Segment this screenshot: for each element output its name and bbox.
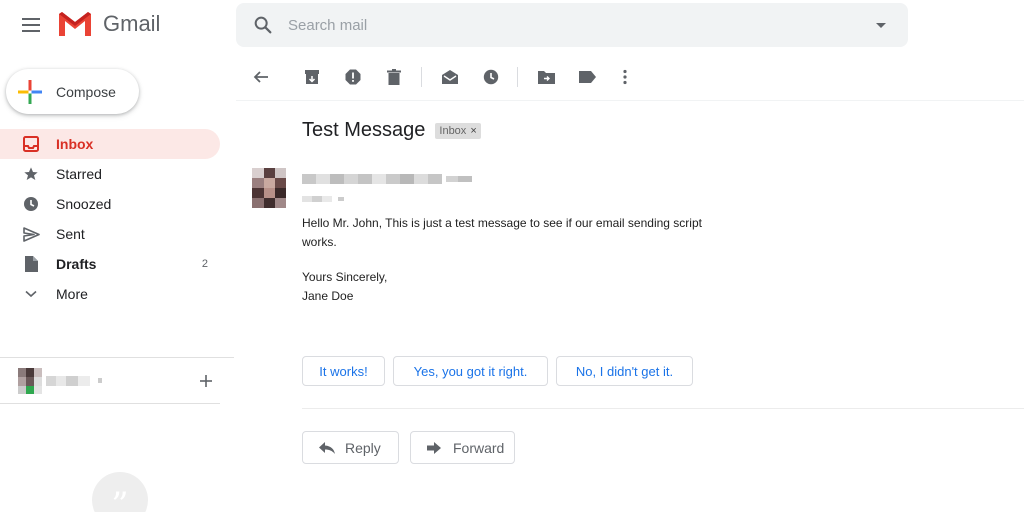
- search-bar: [236, 3, 908, 47]
- message-subject: Test Message: [302, 119, 426, 141]
- top-bar: Gmail: [0, 0, 1024, 52]
- divider: [0, 403, 220, 404]
- report-spam-icon[interactable]: [342, 66, 364, 88]
- back-icon[interactable]: [250, 66, 272, 88]
- app-name: Gmail: [103, 11, 161, 36]
- compose-button[interactable]: Compose: [6, 69, 139, 114]
- sidebar-item-label: Inbox: [56, 136, 94, 152]
- search-icon[interactable]: [252, 14, 274, 36]
- label-icon[interactable]: [576, 66, 598, 88]
- divider: [421, 67, 422, 87]
- remove-label-icon[interactable]: ×: [470, 125, 476, 137]
- sidebar-nav: Inbox Starred Snoozed Sent Drafts 2 More: [0, 129, 220, 309]
- svg-text:”: ”: [111, 485, 128, 512]
- search-input[interactable]: [288, 3, 848, 47]
- avatar: [18, 368, 42, 394]
- hangouts-user[interactable]: [18, 368, 228, 394]
- message-toolbar: [236, 62, 1024, 92]
- draft-icon: [22, 255, 40, 273]
- main-menu-icon[interactable]: [18, 12, 44, 38]
- divider: [236, 100, 1024, 101]
- smart-reply-2[interactable]: Yes, you got it right.: [393, 356, 548, 386]
- compose-label: Compose: [56, 83, 116, 100]
- sidebar-item-sent[interactable]: Sent: [0, 219, 220, 249]
- sidebar-item-label: Snoozed: [56, 196, 112, 212]
- sidebar-item-more[interactable]: More: [0, 279, 220, 309]
- divider: [517, 67, 518, 87]
- reply-button[interactable]: Reply: [302, 431, 399, 464]
- sidebar-item-label: Starred: [56, 166, 102, 182]
- reply-icon: [319, 441, 337, 455]
- label-chip-inbox[interactable]: Inbox ×: [435, 122, 481, 139]
- smart-reply-3[interactable]: No, I didn't get it.: [556, 356, 693, 386]
- label-chip-text: Inbox: [439, 124, 467, 137]
- more-vert-icon[interactable]: [614, 66, 636, 88]
- mark-unread-icon[interactable]: [439, 66, 461, 88]
- gmail-m-icon: [59, 12, 91, 36]
- star-icon: [22, 165, 40, 183]
- clock-icon: [22, 195, 40, 213]
- snooze-icon[interactable]: [480, 66, 502, 88]
- sidebar-item-label: More: [56, 286, 88, 302]
- delete-icon[interactable]: [383, 66, 405, 88]
- sender-avatar[interactable]: [252, 168, 286, 208]
- smart-reply-1[interactable]: It works!: [302, 356, 385, 386]
- sidebar-item-snoozed[interactable]: Snoozed: [0, 189, 220, 219]
- sidebar-item-label: Sent: [56, 226, 85, 242]
- message-subject-row: Test Message Inbox ×: [302, 119, 481, 142]
- sidebar-item-drafts[interactable]: Drafts 2: [0, 249, 220, 279]
- body-paragraph: Hello Mr. John, This is just a test mess…: [302, 216, 702, 249]
- reply-label: Reply: [345, 439, 381, 456]
- archive-icon[interactable]: [301, 66, 323, 88]
- sidebar-item-label: Drafts: [56, 256, 97, 272]
- plus-icon: [18, 79, 42, 104]
- chevron-down-icon: [22, 285, 40, 303]
- sidebar-item-starred[interactable]: Starred: [0, 159, 220, 189]
- move-to-icon[interactable]: [535, 66, 557, 88]
- drafts-count: 2: [201, 258, 208, 270]
- sign-off: Yours Sincerely,: [302, 270, 388, 284]
- divider: [302, 408, 1024, 409]
- recipient-redacted: [302, 196, 344, 202]
- add-icon[interactable]: [199, 374, 213, 388]
- gmail-logo[interactable]: Gmail: [57, 10, 160, 38]
- send-icon: [22, 225, 40, 243]
- inbox-icon: [22, 135, 40, 153]
- hangouts-quote-icon: ”: [92, 472, 148, 512]
- forward-label: Forward: [453, 439, 505, 456]
- search-options-dropdown-icon[interactable]: [876, 23, 886, 28]
- sidebar-item-inbox[interactable]: Inbox: [0, 129, 220, 159]
- sender-name-redacted: [302, 174, 472, 184]
- forward-icon: [427, 441, 445, 455]
- divider: [0, 357, 234, 358]
- message-body: Hello Mr. John, This is just a test mess…: [302, 214, 722, 306]
- pixelated-username: [46, 376, 102, 386]
- forward-button[interactable]: Forward: [410, 431, 515, 464]
- signature: Jane Doe: [302, 289, 354, 303]
